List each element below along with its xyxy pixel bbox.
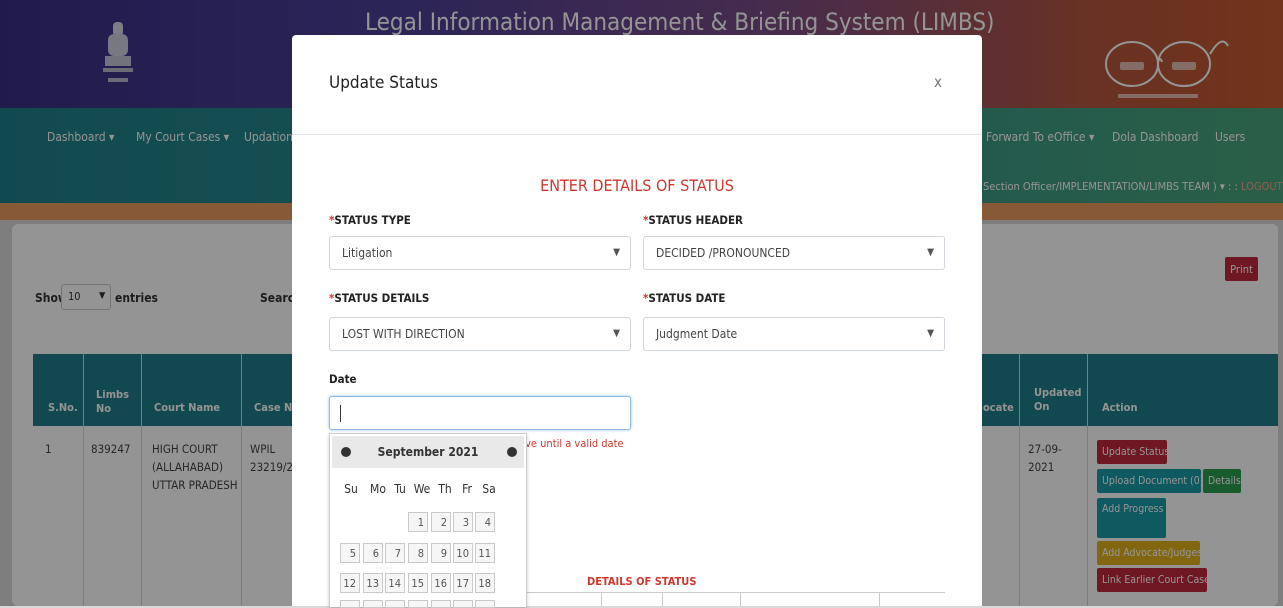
details-table-divider <box>662 592 663 606</box>
chevron-down-icon: ▼ <box>927 247 934 258</box>
details-table-divider <box>879 592 880 606</box>
status-date-label-text: STATUS DATE <box>648 291 726 305</box>
chevron-down-icon: ▼ <box>927 328 934 339</box>
datepicker-month-label: September 2021 <box>377 445 479 459</box>
datepicker-day[interactable]: 1 <box>408 512 428 532</box>
status-header-select[interactable]: DECIDED /PRONOUNCED ▼ <box>643 236 945 270</box>
date-label: Date <box>329 372 357 386</box>
status-details-label-text: STATUS DETAILS <box>334 291 430 305</box>
status-details-select[interactable]: LOST WITH DIRECTION ▼ <box>329 317 631 351</box>
datepicker-header: September 2021 <box>332 436 524 468</box>
details-table <box>523 592 945 607</box>
status-date-select[interactable]: Judgment Date ▼ <box>643 317 945 351</box>
status-details-label: *STATUS DETAILS <box>329 291 429 305</box>
datepicker-day[interactable] <box>475 600 495 608</box>
datepicker-day[interactable]: 7 <box>385 543 405 563</box>
status-type-select[interactable]: Litigation ▼ <box>329 236 631 270</box>
datepicker-day[interactable]: 17 <box>453 573 473 593</box>
weekday-we: We <box>413 482 431 496</box>
modal-divider <box>292 134 982 135</box>
status-header-label-text: STATUS HEADER <box>648 213 744 227</box>
close-icon[interactable]: x <box>934 73 942 91</box>
chevron-right-icon[interactable] <box>507 447 517 457</box>
status-type-value: Litigation <box>342 246 393 260</box>
status-header-label: *STATUS HEADER <box>643 213 743 227</box>
datepicker-day[interactable]: 18 <box>475 573 495 593</box>
form-title: ENTER DETAILS OF STATUS <box>540 176 734 195</box>
datepicker-day[interactable]: 15 <box>408 573 428 593</box>
datepicker-popup: September 2021 Su Mo Tu We Th Fr Sa 1 2 3 4 5 6 7 8 9 10… <box>329 433 527 608</box>
datepicker-day[interactable]: 13 <box>363 573 383 593</box>
datepicker-day[interactable] <box>453 600 473 608</box>
status-type-label: *STATUS TYPE <box>329 213 411 227</box>
details-of-status-title: DETAILS OF STATUS <box>587 575 697 588</box>
date-input[interactable] <box>329 396 631 430</box>
weekday-sa: Sa <box>482 482 496 496</box>
chevron-left-icon[interactable] <box>341 447 351 457</box>
datepicker-day[interactable]: 12 <box>340 573 360 593</box>
datepicker-day[interactable]: 5 <box>340 543 360 563</box>
weekday-fr: Fr <box>462 482 472 496</box>
status-date-label: *STATUS DATE <box>643 291 726 305</box>
datepicker-day[interactable] <box>340 600 360 608</box>
status-type-label-text: STATUS TYPE <box>334 213 411 227</box>
datepicker-day[interactable]: 4 <box>475 512 495 532</box>
datepicker-day[interactable]: 2 <box>431 512 451 532</box>
datepicker-day[interactable] <box>385 600 405 608</box>
datepicker-day[interactable]: 16 <box>431 573 451 593</box>
datepicker-day[interactable]: 10 <box>453 543 473 563</box>
datepicker-day[interactable]: 3 <box>453 512 473 532</box>
datepicker-day[interactable] <box>431 600 451 608</box>
details-table-divider <box>601 592 602 606</box>
date-validation-hint: ave until a valid date <box>519 437 624 450</box>
datepicker-day[interactable]: 14 <box>385 573 405 593</box>
text-caret <box>340 405 341 422</box>
status-date-value: Judgment Date <box>656 327 738 341</box>
modal-title: Update Status <box>329 73 438 93</box>
datepicker-day[interactable] <box>408 600 428 608</box>
chevron-down-icon: ▼ <box>613 328 620 339</box>
datepicker-day[interactable]: 6 <box>363 543 383 563</box>
chevron-down-icon: ▼ <box>613 247 620 258</box>
weekday-th: Th <box>438 482 452 496</box>
status-details-value: LOST WITH DIRECTION <box>342 327 465 341</box>
details-table-divider <box>740 592 741 606</box>
datepicker-day[interactable] <box>363 600 383 608</box>
datepicker-day[interactable]: 8 <box>408 543 428 563</box>
datepicker-day[interactable]: 11 <box>475 543 495 563</box>
weekday-mo: Mo <box>370 482 386 496</box>
weekday-tu: Tu <box>394 482 406 496</box>
status-header-value: DECIDED /PRONOUNCED <box>656 246 791 260</box>
datepicker-day[interactable]: 9 <box>431 543 451 563</box>
weekday-su: Su <box>344 482 358 496</box>
